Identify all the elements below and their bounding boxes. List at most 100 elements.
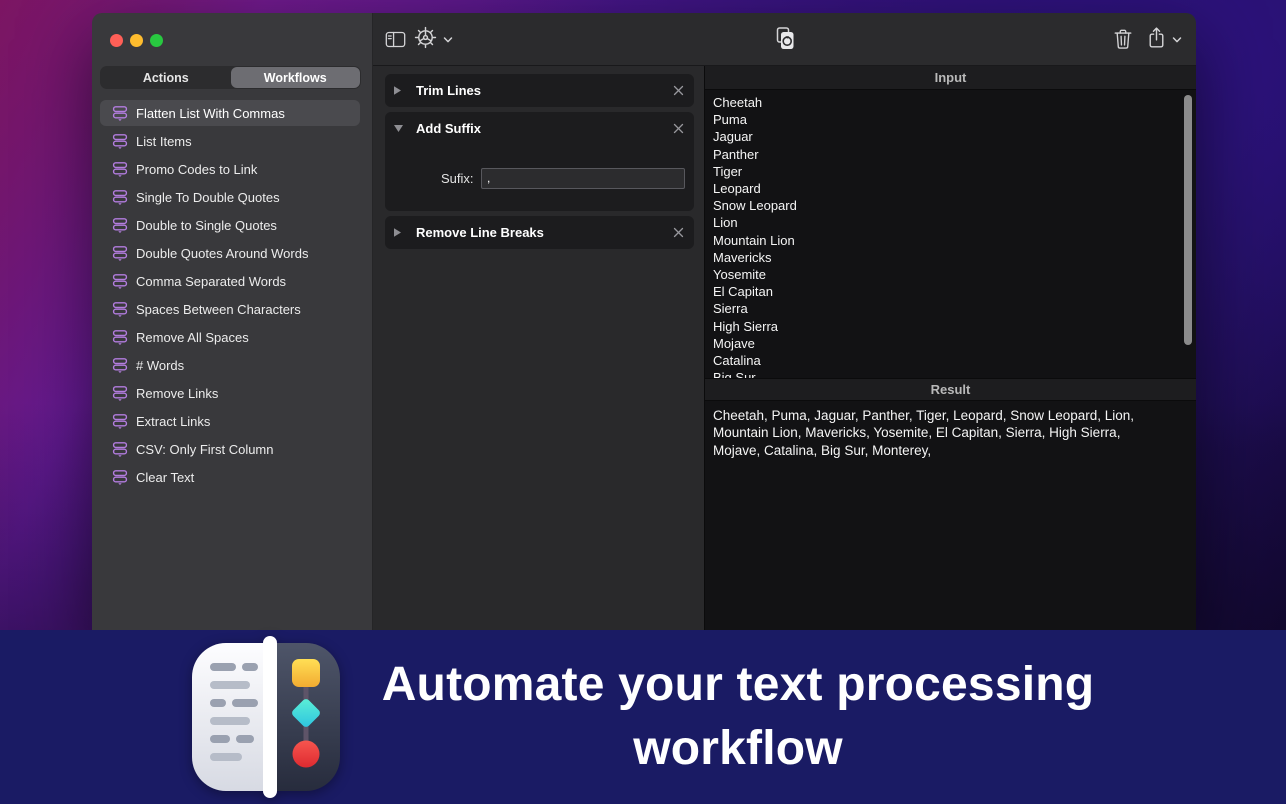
sidebar-item[interactable]: List Items (100, 128, 360, 154)
close-window-button[interactable] (110, 34, 123, 47)
workflow-icon (112, 329, 128, 345)
sidebar-item-label: Remove Links (136, 385, 219, 401)
sidebar-item[interactable]: Remove Links (100, 380, 360, 406)
sidebar-item-label: Promo Codes to Link (136, 161, 258, 177)
sidebar-item-label: Remove All Spaces (136, 329, 249, 345)
step-title: Add Suffix (416, 121, 481, 136)
step-card-remove-line-breaks[interactable]: Remove Line Breaks (385, 216, 694, 249)
share-icon (1147, 26, 1166, 52)
sidebar-item[interactable]: # Words (100, 352, 360, 378)
settings-menu-button[interactable] (414, 26, 453, 52)
input-line: Puma (713, 112, 747, 128)
input-scrollbar[interactable] (1184, 95, 1192, 345)
result-line: Mountain Lion, Mavericks, Yosemite, El C… (713, 425, 1121, 441)
step-title: Trim Lines (416, 83, 482, 98)
sidebar-item[interactable]: Remove All Spaces (100, 324, 360, 350)
chevron-down-icon (443, 32, 453, 47)
tab-actions[interactable]: Actions (101, 67, 231, 88)
sidebar-item[interactable]: CSV: Only First Column (100, 436, 360, 462)
sidebar-item[interactable]: Extract Links (100, 408, 360, 434)
workflow-icon (112, 469, 128, 485)
chevron-down-icon (1172, 32, 1182, 47)
input-line: Mountain Lion (713, 232, 795, 248)
input-textarea[interactable]: Cheetah Puma Jaguar Panther Tiger Leopar… (705, 90, 1196, 378)
sidebar-item[interactable]: Spaces Between Characters (100, 296, 360, 322)
input-line: Yosemite (713, 267, 766, 283)
app-icon (191, 636, 340, 798)
sidebar: Actions Workflows Flatten List With Comm… (92, 13, 373, 630)
input-line: El Capitan (713, 284, 773, 300)
workflow-icon (112, 273, 128, 289)
input-line: Cheetah (713, 95, 763, 110)
sidebar-item-label: Spaces Between Characters (136, 301, 301, 317)
workflow-icon (112, 301, 128, 317)
input-line: Leopard (713, 181, 761, 197)
input-line: Jaguar (713, 129, 753, 145)
sidebar-item-label: Extract Links (136, 413, 211, 429)
result-textarea[interactable]: Cheetah, Puma, Jaguar, Panther, Tiger, L… (705, 401, 1196, 630)
main-area: Trim Lines Add Suffix Sufix: , Remove Li… (373, 13, 1196, 630)
minimize-window-button[interactable] (130, 34, 143, 47)
result-line: Mojave, Catalina, Big Sur, Monterey, (713, 442, 932, 458)
sidebar-item-label: Double Quotes Around Words (136, 245, 309, 261)
suffix-field-label: Sufix: (441, 170, 474, 186)
workflow-icon (112, 385, 128, 401)
suffix-input[interactable] (481, 167, 685, 189)
sidebar-item[interactable]: Promo Codes to Link (100, 156, 360, 182)
headline-line-1: Automate your text processing (381, 658, 1095, 711)
input-line: Mojave (713, 335, 755, 351)
sidebar-item-label: List Items (136, 133, 192, 149)
workflow-icon (112, 245, 128, 261)
input-line: Sierra (713, 301, 748, 317)
traffic-lights (92, 13, 372, 47)
input-line: Big Sur (713, 370, 756, 378)
banner-headline: Automate your text processing workflow (382, 653, 1095, 781)
result-header: Result (705, 378, 1196, 401)
content-area: Trim Lines Add Suffix Sufix: , Remove Li… (373, 66, 1196, 630)
sidebar-item[interactable]: Single To Double Quotes (100, 184, 360, 210)
run-workflow-icon[interactable] (773, 26, 797, 52)
close-icon[interactable] (673, 123, 684, 134)
sidebar-item-label: # Words (136, 357, 185, 373)
step-title: Remove Line Breaks (416, 225, 544, 240)
workflow-list: Flatten List With Commas List Items Prom… (100, 100, 360, 492)
sidebar-item-label: Comma Separated Words (136, 273, 287, 289)
disclosure-collapsed-icon[interactable] (393, 227, 405, 238)
step-card-add-suffix[interactable]: Add Suffix Sufix: (385, 112, 694, 211)
input-line: Panther (713, 146, 759, 162)
disclosure-collapsed-icon[interactable] (393, 85, 405, 96)
input-line: Mavericks (713, 249, 772, 265)
disclosure-expanded-icon[interactable] (393, 124, 405, 133)
sidebar-item[interactable]: Comma Separated Words (100, 268, 360, 294)
sidebar-segmented-control: Actions Workflows (100, 66, 361, 89)
workflow-icon (112, 217, 128, 233)
workflow-icon (112, 161, 128, 177)
gear-icon (414, 26, 437, 52)
close-icon[interactable] (673, 227, 684, 238)
sidebar-item[interactable]: Flatten List With Commas (100, 100, 360, 126)
zoom-window-button[interactable] (150, 34, 163, 47)
sidebar-item-label: Single To Double Quotes (136, 189, 280, 205)
workflow-icon (112, 413, 128, 429)
sidebar-item-label: Flatten List With Commas (136, 105, 285, 121)
headline-line-2: workflow (633, 722, 843, 775)
sidebar-item[interactable]: Double to Single Quotes (100, 212, 360, 238)
share-menu-button[interactable] (1147, 26, 1182, 52)
workflow-icon (112, 105, 128, 121)
toolbar (373, 13, 1196, 66)
workflow-icon (112, 133, 128, 149)
input-line: Catalina (713, 353, 761, 369)
promo-banner: Automate your text processing workflow (0, 630, 1286, 804)
close-icon[interactable] (673, 85, 684, 96)
toggle-sidebar-icon[interactable] (385, 31, 406, 48)
input-line: Snow Leopard (713, 198, 797, 214)
step-card-trim-lines[interactable]: Trim Lines (385, 74, 694, 107)
sidebar-item-label: Clear Text (136, 469, 195, 485)
io-panel: Input Cheetah Puma Jaguar Panther Tiger (705, 66, 1196, 630)
sidebar-item[interactable]: Double Quotes Around Words (100, 240, 360, 266)
trash-icon[interactable] (1113, 28, 1133, 50)
sidebar-item[interactable]: Clear Text (100, 464, 360, 490)
input-line: Lion (713, 215, 738, 231)
tab-workflows[interactable]: Workflows (230, 67, 360, 88)
app-window: Actions Workflows Flatten List With Comm… (92, 13, 1196, 630)
